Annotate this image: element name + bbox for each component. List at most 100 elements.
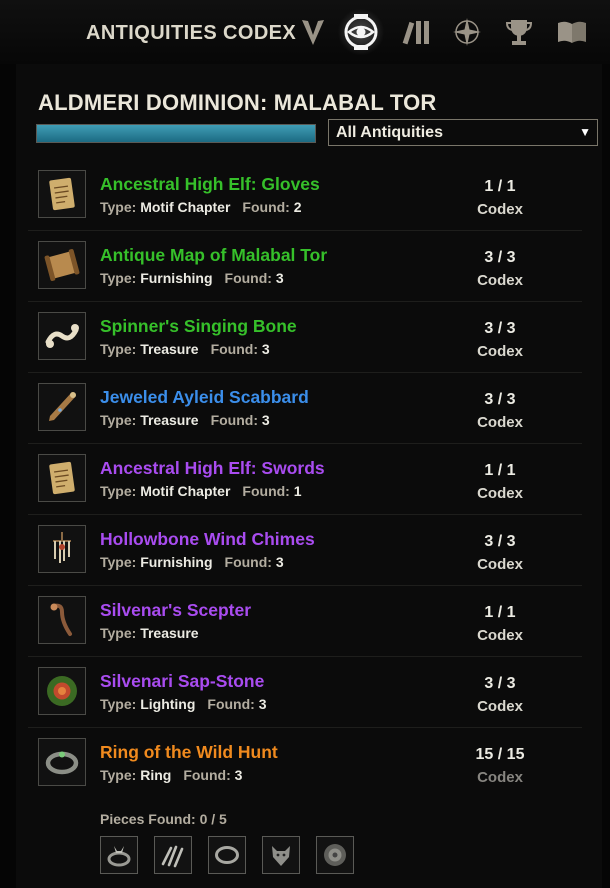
found-label: Found: bbox=[207, 696, 255, 712]
antiquity-name: Hollowbone Wind Chimes bbox=[100, 529, 315, 549]
antiquity-meta: Type: Furnishing Found: 3 bbox=[100, 554, 284, 570]
chevron-down-icon: ▼ bbox=[579, 125, 591, 139]
crest-icon bbox=[302, 20, 324, 45]
codex-link[interactable]: Codex bbox=[448, 698, 552, 715]
antiquity-row[interactable]: Ancestral High Elf: Swords Type: Motif Ch… bbox=[28, 444, 582, 515]
antiquity-meta: Type: Furnishing Found: 3 bbox=[100, 270, 284, 286]
lead-count: 1 / 1 bbox=[484, 462, 516, 479]
codex-link[interactable]: Codex bbox=[448, 343, 552, 360]
lead-count: 15 / 15 bbox=[475, 746, 525, 763]
tab-trophy[interactable] bbox=[497, 12, 541, 52]
antiquity-meta: Type: Treasure bbox=[100, 625, 199, 641]
type-label: Type: bbox=[100, 483, 137, 499]
tab-lore[interactable] bbox=[550, 12, 594, 52]
antiquity-meta: Type: Treasure Found: 3 bbox=[100, 412, 270, 428]
antiquity-filter-dropdown[interactable]: All Antiquities ▼ bbox=[328, 119, 598, 146]
type-value: Motif Chapter bbox=[140, 199, 231, 215]
found-value: 3 bbox=[261, 341, 270, 357]
antiquity-row[interactable]: Antique Map of Malabal Tor Type: Furnishi… bbox=[28, 231, 582, 302]
beast-seal-icon[interactable] bbox=[316, 836, 354, 874]
lead-count: 3 / 3 bbox=[484, 320, 516, 337]
type-label: Type: bbox=[100, 554, 137, 570]
antiquity-row[interactable]: Hollowbone Wind Chimes Type: Furnishing Fo… bbox=[28, 515, 582, 586]
bone-icon bbox=[38, 312, 86, 360]
claw-icon[interactable] bbox=[154, 836, 192, 874]
antiquity-row[interactable]: Ancestral High Elf: Gloves Type: Motif Ch… bbox=[28, 160, 582, 231]
antiquity-row[interactable]: Ring of the Wild Hunt Type: Ring Found: 3 1… bbox=[28, 728, 582, 876]
type-label: Type: bbox=[100, 767, 137, 783]
type-value: Treasure bbox=[140, 625, 199, 641]
zone-title: ALDMERI DOMINION: MALABAL TOR bbox=[38, 90, 437, 115]
antiquity-meta: Type: Lighting Found: 3 bbox=[100, 696, 267, 712]
found-value: 2 bbox=[293, 199, 302, 215]
type-value: Furnishing bbox=[140, 554, 213, 570]
antiquity-name: Ancestral High Elf: Gloves bbox=[100, 174, 320, 194]
type-value: Furnishing bbox=[140, 270, 213, 286]
type-label: Type: bbox=[100, 412, 137, 428]
lead-count: 3 / 3 bbox=[484, 249, 516, 266]
pieces-found-label: Pieces Found: 0 / 5 bbox=[100, 811, 227, 827]
tab-books[interactable] bbox=[395, 12, 439, 52]
antiquity-name: Ancestral High Elf: Swords bbox=[100, 458, 325, 478]
found-label: Found: bbox=[224, 554, 272, 570]
wolf-head-icon[interactable] bbox=[262, 836, 300, 874]
top-bar: ANTIQUITIES CODEX bbox=[0, 0, 610, 64]
antiquity-name: Silvenar's Scepter bbox=[100, 600, 252, 620]
found-value: 3 bbox=[261, 412, 270, 428]
antiquity-meta: Type: Treasure Found: 3 bbox=[100, 341, 270, 357]
antiquity-scan-icon bbox=[344, 14, 378, 50]
antiquity-name: Ring of the Wild Hunt bbox=[100, 742, 278, 762]
type-value: Treasure bbox=[140, 412, 199, 428]
zone-progress-bar bbox=[36, 124, 316, 143]
lead-count: 3 / 3 bbox=[484, 675, 516, 692]
codex-link[interactable]: Codex bbox=[448, 627, 552, 644]
codex-link[interactable]: Codex bbox=[448, 769, 552, 786]
sap-stone-icon bbox=[38, 667, 86, 715]
found-label: Found: bbox=[242, 199, 290, 215]
scroll-icon bbox=[38, 454, 86, 502]
trophy-icon bbox=[505, 20, 533, 45]
filter-selected-value: All Antiquities bbox=[336, 124, 443, 141]
antiquity-row[interactable]: Silvenar's Scepter Type: Treasure 1 / 1 Cod… bbox=[28, 586, 582, 657]
wolf-ring-icon[interactable] bbox=[100, 836, 138, 874]
found-value: 3 bbox=[275, 270, 284, 286]
zone-progress-fill bbox=[37, 125, 315, 142]
type-label: Type: bbox=[100, 696, 137, 712]
band-icon[interactable] bbox=[208, 836, 246, 874]
type-value: Treasure bbox=[140, 341, 199, 357]
codex-link[interactable]: Codex bbox=[448, 414, 552, 431]
map-icon bbox=[38, 241, 86, 289]
codex-link[interactable]: Codex bbox=[448, 556, 552, 573]
antiquity-meta: Type: Motif Chapter Found: 2 bbox=[100, 199, 302, 215]
antiquity-meta: Type: Motif Chapter Found: 1 bbox=[100, 483, 302, 499]
books-icon bbox=[402, 21, 429, 45]
tab-crest[interactable] bbox=[291, 12, 335, 52]
antiquity-row[interactable]: Silvenari Sap-Stone Type: Lighting Found: … bbox=[28, 657, 582, 728]
scabbard-icon bbox=[38, 383, 86, 431]
star-compass-icon bbox=[453, 18, 481, 46]
found-value: 1 bbox=[293, 483, 302, 499]
tab-antiquities[interactable] bbox=[338, 8, 384, 56]
codex-link[interactable]: Codex bbox=[448, 485, 552, 502]
antiquity-row[interactable]: Spinner's Singing Bone Type: Treasure Foun… bbox=[28, 302, 582, 373]
antiquity-row[interactable]: Jeweled Ayleid Scabbard Type: Treasure Fou… bbox=[28, 373, 582, 444]
lead-count: 3 / 3 bbox=[484, 391, 516, 408]
found-label: Found: bbox=[224, 270, 272, 286]
codex-link[interactable]: Codex bbox=[448, 201, 552, 218]
antiquity-name: Antique Map of Malabal Tor bbox=[100, 245, 328, 265]
lead-count: 3 / 3 bbox=[484, 533, 516, 550]
found-label: Found: bbox=[242, 483, 290, 499]
lead-count: 1 / 1 bbox=[484, 178, 516, 195]
scepter-icon bbox=[38, 596, 86, 644]
type-value: Motif Chapter bbox=[140, 483, 231, 499]
tab-star[interactable] bbox=[445, 12, 489, 52]
scroll-icon bbox=[38, 170, 86, 218]
type-label: Type: bbox=[100, 199, 137, 215]
open-book-icon bbox=[558, 21, 586, 43]
type-label: Type: bbox=[100, 625, 137, 641]
found-label: Found: bbox=[183, 767, 231, 783]
antiquity-name: Jeweled Ayleid Scabbard bbox=[100, 387, 309, 407]
antiquity-name: Spinner's Singing Bone bbox=[100, 316, 297, 336]
found-label: Found: bbox=[210, 341, 258, 357]
codex-link[interactable]: Codex bbox=[448, 272, 552, 289]
